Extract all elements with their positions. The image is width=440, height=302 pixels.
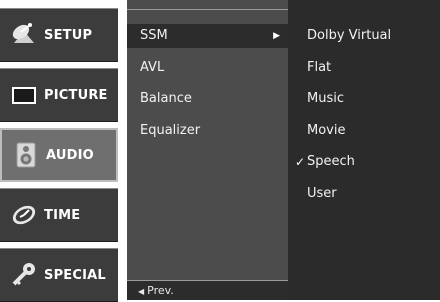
submenu-item-balance[interactable]: Balance: [127, 87, 288, 111]
option-music[interactable]: Music: [288, 87, 440, 111]
category-label: PICTURE: [44, 87, 108, 103]
category-label: AUDIO: [46, 147, 94, 163]
submenu-item-label: AVL: [140, 60, 165, 75]
option-label: User: [307, 186, 337, 201]
option-label: Dolby Virtual: [307, 28, 392, 43]
submenu-item-label: Equalizer: [140, 123, 201, 138]
audio-submenu: SSM ▶ AVL Balance Equalizer ◀ Prev.: [127, 0, 288, 300]
category-audio[interactable]: AUDIO: [0, 128, 118, 182]
option-label: Music: [307, 91, 344, 106]
ssm-options-panel: Dolby Virtual Flat Music Movie ✓ Speech …: [288, 0, 440, 300]
option-label: Speech: [307, 154, 355, 169]
category-special[interactable]: SPECIAL: [0, 248, 118, 302]
submenu-item-equalizer[interactable]: Equalizer: [127, 119, 288, 143]
satellite-dish-icon: [10, 21, 38, 49]
prev-label: Prev.: [147, 284, 174, 297]
category-menu: SETUP PICTURE AUDIO TIME SPECIAL: [0, 0, 120, 302]
category-label: TIME: [44, 207, 81, 223]
chevron-right-icon: ▶: [273, 31, 280, 41]
submenu-item-label: SSM: [140, 28, 168, 43]
option-label: Movie: [307, 123, 346, 138]
clock-icon: [10, 201, 38, 229]
submenu-item-label: Balance: [140, 91, 192, 106]
submenu-top-divider: [127, 0, 288, 10]
category-label: SPECIAL: [44, 267, 106, 283]
tv-osd-menu: SETUP PICTURE AUDIO TIME SPECIAL SSM ▶ A…: [0, 0, 440, 302]
option-movie[interactable]: Movie: [288, 119, 440, 143]
prev-button[interactable]: ◀ Prev.: [127, 280, 288, 300]
submenu-item-avl[interactable]: AVL: [127, 56, 288, 80]
key-icon: [10, 261, 38, 289]
category-label: SETUP: [44, 27, 93, 43]
checkmark-icon: ✓: [295, 155, 306, 169]
category-time[interactable]: TIME: [0, 188, 118, 242]
option-dolby-virtual[interactable]: Dolby Virtual: [288, 24, 440, 48]
option-label: Flat: [307, 60, 332, 75]
option-flat[interactable]: Flat: [288, 56, 440, 80]
category-picture[interactable]: PICTURE: [0, 68, 118, 122]
submenu-item-ssm[interactable]: SSM ▶: [127, 24, 288, 48]
tv-screen-icon: [10, 81, 38, 109]
option-speech[interactable]: ✓ Speech: [288, 150, 440, 174]
category-setup[interactable]: SETUP: [0, 8, 118, 62]
chevron-left-icon: ◀: [138, 287, 145, 296]
option-user[interactable]: User: [288, 182, 440, 206]
speaker-icon: [12, 141, 40, 169]
